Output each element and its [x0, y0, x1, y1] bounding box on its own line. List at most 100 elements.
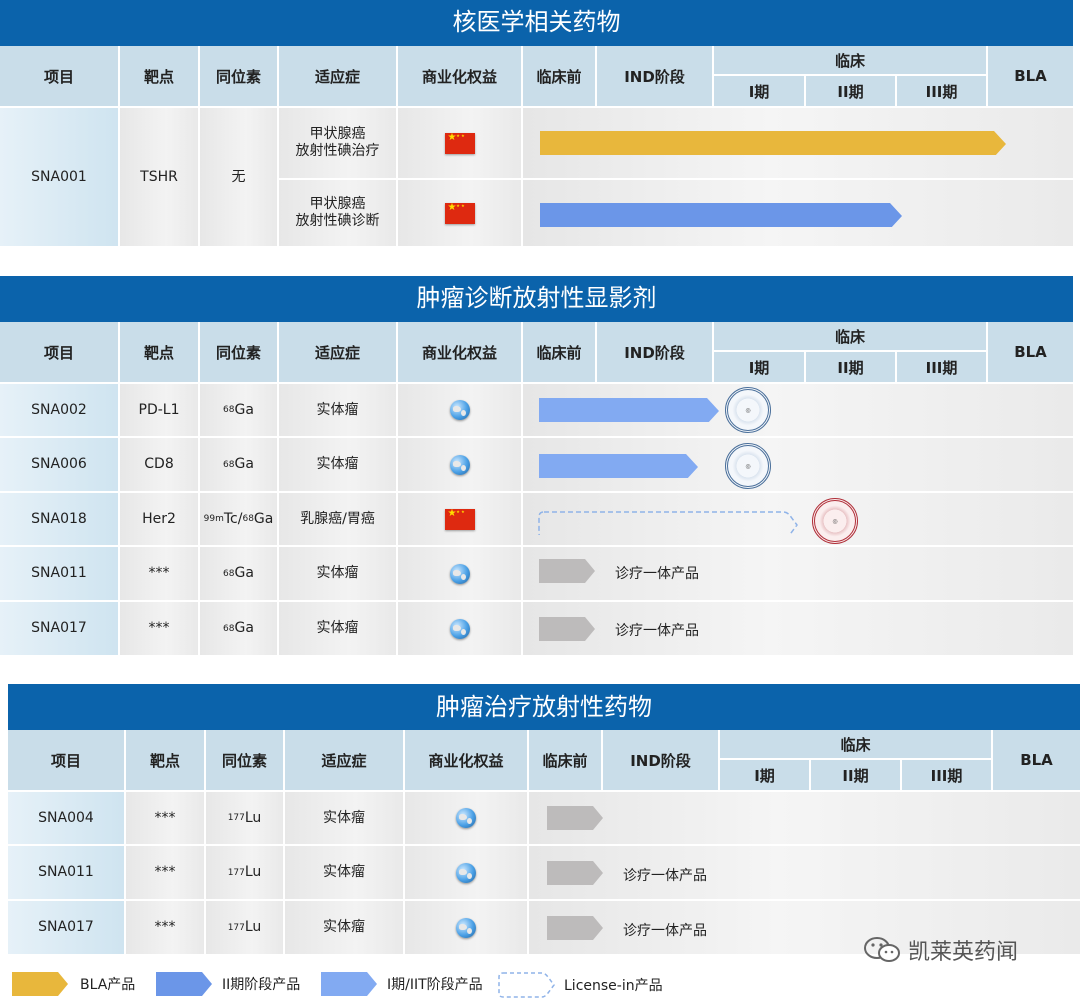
- isotope-element: Ga: [253, 510, 274, 527]
- indication-cell: 实体瘤: [285, 846, 403, 899]
- table-header: 项目 靶点 同位素 适应症 商业化权益 临床前 IND阶段 临床 I期 II期 …: [0, 46, 1073, 106]
- header-ind: IND阶段: [597, 46, 714, 106]
- header-project: 项目: [8, 730, 126, 790]
- header-clinical: 临床: [714, 46, 988, 76]
- globe-icon: [449, 454, 470, 475]
- license-seal-icon: ◎: [725, 443, 771, 489]
- header-indication: 适应症: [285, 730, 405, 790]
- header-rights: 商业化权益: [405, 730, 529, 790]
- header-bla: BLA: [1020, 751, 1053, 769]
- header-phase3: III期: [902, 760, 993, 790]
- header-clinical: 临床: [720, 730, 993, 760]
- stage-track: [523, 602, 1073, 655]
- legend-item-phase2: II期阶段产品: [156, 972, 300, 996]
- isotope-cell: 无: [200, 108, 277, 246]
- section-title: 肿瘤治疗放射性药物: [8, 684, 1080, 730]
- indication-cell: 实体瘤: [279, 438, 396, 491]
- indication-line: 放射性碘诊断: [295, 213, 380, 229]
- rights-cell: [398, 602, 521, 655]
- header-rights: 商业化权益: [398, 322, 523, 382]
- header-isotope: 同位素: [200, 322, 279, 382]
- stage-bar-preclinical: [539, 617, 595, 641]
- header-phase1: I期: [720, 760, 811, 790]
- indication-cell: 实体瘤: [279, 384, 396, 436]
- target-cell: ***: [126, 901, 204, 954]
- stage-track: [523, 547, 1073, 600]
- seal-emblem: ◎: [832, 517, 838, 525]
- header-phase2: II期: [806, 352, 897, 382]
- globe-icon: [456, 862, 476, 883]
- indication-line: 甲状腺癌: [309, 196, 366, 212]
- project-cell: SNA017: [0, 602, 118, 655]
- legend-label: II期阶段产品: [222, 977, 301, 993]
- stage-bar-bla: [540, 131, 1006, 155]
- target-cell: ***: [126, 846, 204, 899]
- target-cell: TSHR: [120, 108, 198, 246]
- isotope-element: Ga: [234, 456, 254, 472]
- globe-icon: [456, 808, 476, 828]
- section-title-text: 肿瘤治疗放射性药物: [436, 693, 652, 721]
- seal-emblem: ◎: [745, 462, 751, 470]
- project-cell: SNA011: [8, 846, 124, 899]
- stage-note: 诊疗一体产品: [623, 923, 707, 939]
- legend-label: BLA产品: [80, 977, 136, 993]
- rights-cell: [398, 547, 521, 600]
- isotope-element: Ga: [234, 620, 254, 636]
- stage-bar-preclinical: [539, 559, 595, 583]
- indication-line: 甲状腺癌: [309, 126, 366, 142]
- project-cell: SNA017: [8, 901, 124, 954]
- section-title-text: 核医学相关药物: [452, 8, 621, 36]
- isotope-cell: 99m Tc/68 Ga: [200, 493, 277, 545]
- stage-track: [529, 846, 1080, 899]
- legend-item-bla: BLA产品: [12, 972, 135, 996]
- project-cell: SNA004: [8, 792, 124, 844]
- header-preclinical: 临床前: [523, 46, 597, 106]
- header-phase3: III期: [897, 76, 988, 106]
- legend-swatch-phase2: [156, 972, 212, 996]
- seal-emblem: ◎: [745, 406, 751, 414]
- globe-icon: [456, 917, 476, 938]
- watermark: 凯莱英药闻: [862, 934, 1018, 966]
- target-cell: ***: [126, 792, 204, 844]
- table-header: 项目 靶点 同位素 适应症 商业化权益 临床前 IND阶段 临床 I期 II期 …: [0, 322, 1073, 382]
- stage-bar-preclinical: [547, 806, 603, 830]
- isotope-element: Ga: [234, 565, 254, 581]
- header-phase3: III期: [897, 352, 988, 382]
- target-cell: ***: [120, 602, 198, 655]
- rights-cell: [398, 180, 521, 246]
- legend-item-phase1: I期/IIT阶段产品: [321, 972, 483, 996]
- watermark-text: 凯莱英药闻: [908, 940, 1019, 965]
- indication-cell: 实体瘤: [285, 792, 403, 844]
- legend-label: License-in产品: [564, 978, 663, 994]
- header-preclinical: 临床前: [529, 730, 603, 790]
- stage-note: 诊疗一体产品: [615, 566, 699, 582]
- isotope-element: Lu: [244, 864, 262, 880]
- target-cell: PD-L1: [120, 384, 198, 436]
- header-phase2: II期: [811, 760, 902, 790]
- indication-cell: 实体瘤: [279, 547, 396, 600]
- section-title: 核医学相关药物: [0, 0, 1073, 46]
- header-rights: 商业化权益: [398, 46, 523, 106]
- globe-icon: [449, 563, 470, 584]
- rights-cell: [405, 901, 527, 954]
- license-seal-icon: ◎: [812, 498, 858, 544]
- project-cell: SNA006: [0, 438, 118, 491]
- header-clinical: 临床: [714, 322, 988, 352]
- project-cell: SNA002: [0, 384, 118, 436]
- legend-swatch-phase1: [321, 972, 377, 996]
- rights-cell: [398, 493, 521, 545]
- header-project: 项目: [0, 46, 120, 106]
- indication-line: 放射性碘治疗: [295, 143, 380, 159]
- header-bla: BLA: [1014, 343, 1047, 361]
- header-target: 靶点: [120, 46, 200, 106]
- target-cell: ***: [120, 547, 198, 600]
- stage-bar-preclinical: [547, 861, 603, 885]
- isotope-element: Ga: [234, 401, 254, 418]
- header-isotope: 同位素: [206, 730, 285, 790]
- stage-bar-phase1: [539, 454, 698, 478]
- stage-track: [529, 792, 1080, 844]
- isotope-cell: 68 Ga: [200, 438, 277, 491]
- indication-cell: 实体瘤: [285, 901, 403, 954]
- isotope-cell: 177 Lu: [206, 901, 283, 954]
- header-indication: 适应症: [279, 322, 398, 382]
